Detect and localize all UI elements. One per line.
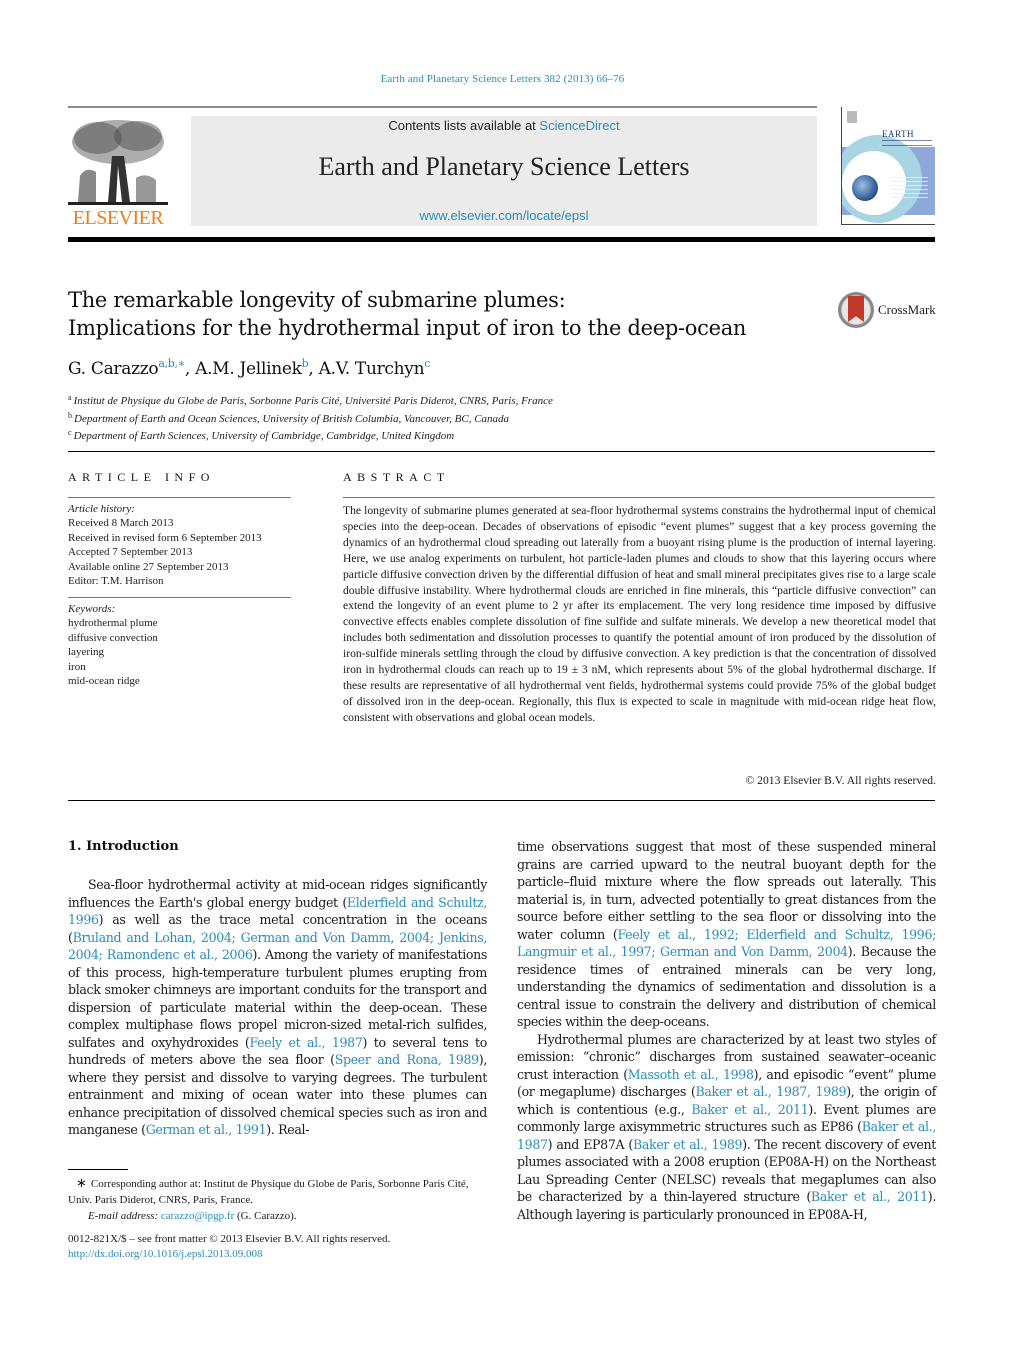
body-text: ). Real-: [266, 1122, 310, 1137]
article-title-line-1: The remarkable longevity of submarine pl…: [68, 288, 566, 312]
footnote: ∗ Corresponding author at: Institut de Ph…: [68, 1175, 487, 1224]
corresponding-author-text: Corresponding author at: Institut de Phy…: [68, 1178, 469, 1206]
body-paragraph: Hydrothermal plumes are characterized by…: [517, 1031, 936, 1224]
doi-link[interactable]: http://dx.doi.org/10.1016/j.epsl.2013.09…: [68, 1248, 262, 1260]
citation-link[interactable]: German et al., 1991: [146, 1122, 267, 1137]
citation-link[interactable]: Feely et al., 1987: [249, 1035, 362, 1050]
crossmark-button[interactable]: CrossMark: [838, 292, 938, 328]
affiliation-mark: b: [68, 410, 72, 420]
affiliation-text: Institut de Physique du Globe de Paris, …: [73, 395, 553, 407]
citation-link[interactable]: Baker et al., 2011: [811, 1189, 928, 1204]
header-rule: [68, 106, 817, 108]
author-list: G. Carazzoa,b,∗, A.M. Jellinekb, A.V. Tu…: [68, 357, 430, 379]
affiliation-text: Department of Earth Sciences, University…: [73, 430, 455, 442]
body-paragraph: time observations suggest that most of t…: [517, 838, 936, 1031]
divider: [68, 497, 291, 498]
journal-homepage-link[interactable]: www.elsevier.com/locate/epsl: [191, 208, 817, 223]
front-matter: 0012-821X/$ – see front matter © 2013 El…: [68, 1232, 390, 1262]
section-heading-introduction: 1. Introduction: [68, 839, 179, 854]
article-history-label: Article history:: [68, 503, 135, 515]
keywords-label: Keywords:: [68, 603, 116, 615]
keyword-item: iron: [68, 660, 86, 673]
keyword-item: diffusive convection: [68, 631, 158, 644]
citation-link[interactable]: Massoth et al., 1998: [628, 1067, 754, 1082]
editor-item: Editor: T.M. Harrison: [68, 575, 164, 588]
crossmark-label: CrossMark: [878, 302, 936, 317]
journal-cover-thumbnail[interactable]: EARTH: [841, 107, 935, 225]
globe-icon: [852, 175, 878, 201]
article-title: The remarkable longevity of submarine pl…: [68, 286, 746, 342]
author-affiliation-marks[interactable]: a,b,∗: [158, 357, 185, 370]
abstract-heading: ABSTRACT: [343, 470, 450, 484]
email-label: E-mail address:: [88, 1210, 159, 1222]
header-thick-rule: [68, 237, 935, 242]
divider: [68, 597, 291, 598]
abstract-text: The longevity of submarine plumes genera…: [343, 504, 936, 724]
affiliation-mark: c: [68, 428, 72, 437]
footnote-star-mark: ∗: [76, 1175, 87, 1190]
email-suffix: (G. Carazzo).: [234, 1210, 297, 1222]
abstract-copyright: © 2013 Elsevier B.V. All rights reserved…: [745, 774, 936, 787]
journal-banner: Contents lists available at ScienceDirec…: [191, 116, 817, 226]
author-name[interactable]: G. Carazzo: [68, 359, 159, 379]
author-name[interactable]: A.V. Turchyn: [319, 359, 425, 379]
article-info-heading: ARTICLE INFO: [68, 470, 215, 484]
email-line: E-mail address: carazzo@ipgp.fr (G. Cara…: [68, 1208, 487, 1224]
issn-line: 0012-821X/$ – see front matter © 2013 El…: [68, 1233, 391, 1245]
affiliation-mark: a: [68, 393, 72, 402]
article-history: Article history: Received 8 March 2013 R…: [68, 502, 262, 588]
keywords-list: Keywords: hydrothermal plume diffusive c…: [68, 602, 158, 688]
affiliation-list: a Institut de Physique du Globe de Paris,…: [68, 391, 553, 444]
journal-citation-link[interactable]: Earth and Planetary Science Letters 382 …: [0, 73, 1005, 85]
elsevier-wordmark[interactable]: ELSEVIER: [68, 207, 168, 230]
body-column-left: Sea-floor hydrothermal activity at mid-o…: [68, 876, 487, 1139]
journal-name: Earth and Planetary Science Letters: [318, 152, 690, 181]
divider: [68, 800, 935, 801]
affiliation-item: a Institut de Physique du Globe de Paris,…: [68, 391, 553, 409]
divider: [343, 497, 935, 498]
body-paragraph: Sea-floor hydrothermal activity at mid-o…: [68, 876, 487, 1139]
body-column-right: time observations suggest that most of t…: [517, 838, 936, 1223]
author-name[interactable]: A.M. Jellinek: [195, 359, 302, 379]
citation-link[interactable]: Baker et al., 2011: [691, 1102, 808, 1117]
affiliation-item: b Department of Earth and Ocean Sciences,…: [68, 409, 553, 427]
citation-link[interactable]: Baker et al., 1989: [633, 1137, 743, 1152]
keyword-item: hydrothermal plume: [68, 617, 158, 630]
keyword-item: layering: [68, 646, 105, 659]
cover-title: EARTH: [882, 129, 914, 139]
history-item: Received 8 March 2013: [68, 517, 174, 530]
body-text: ) and EP87A (: [547, 1136, 634, 1152]
history-item: Available online 27 September 2013: [68, 560, 229, 573]
divider: [68, 451, 935, 452]
history-item: Received in revised form 6 September 201…: [68, 531, 262, 544]
citation-link[interactable]: Speer and Rona, 1989: [335, 1052, 479, 1067]
author-separator: ,: [184, 359, 196, 379]
citation-link[interactable]: Baker et al., 1987, 1989: [695, 1084, 846, 1099]
history-item: Accepted 7 September 2013: [68, 546, 193, 559]
author-email-link[interactable]: carazzo@ipgp.fr: [161, 1210, 234, 1222]
affiliation-item: c Department of Earth Sciences, Universit…: [68, 426, 553, 444]
author-affiliation-marks[interactable]: c: [424, 357, 430, 370]
footnote-rule: [68, 1169, 128, 1170]
article-title-line-2: Implications for the hydrothermal input …: [68, 316, 747, 340]
keyword-item: mid-ocean ridge: [68, 675, 140, 688]
sciencedirect-link[interactable]: ScienceDirect: [539, 118, 619, 133]
corresponding-author-note: ∗ Corresponding author at: Institut de Ph…: [68, 1175, 487, 1208]
contents-available-line: Contents lists available at ScienceDirec…: [191, 118, 817, 133]
affiliation-text: Department of Earth and Ocean Sciences, …: [74, 412, 510, 425]
author-separator: ,: [308, 359, 319, 379]
contents-prefix: Contents lists available at: [388, 118, 540, 133]
